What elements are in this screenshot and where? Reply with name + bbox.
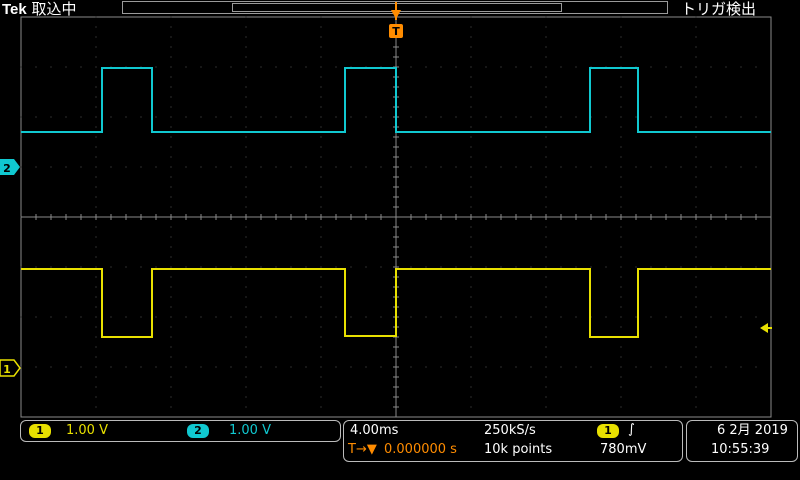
channel-scale-panel[interactable]: 1 1.00 V 2 1.00 V (20, 420, 341, 442)
trigger-level-arrow-icon[interactable] (760, 323, 768, 333)
trigger-position-icon: T→▼ (348, 442, 377, 457)
trigger-marker-label: T (392, 25, 400, 38)
trigger-level: 780mV (600, 442, 647, 457)
trigger-source-badge: 1 (597, 424, 619, 438)
channel-2-marker[interactable]: 2 (0, 159, 20, 175)
graticule: T 2 1 (0, 2, 772, 418)
date: 6 2月 2019 (717, 423, 788, 438)
time: 10:55:39 (711, 442, 770, 457)
trigger-position: 0.000000 s (384, 442, 457, 457)
svg-text:1: 1 (3, 363, 11, 376)
grid-dots (20, 16, 757, 408)
channel-1-waveform (21, 268, 771, 338)
channel-1-marker[interactable]: 1 (0, 359, 21, 377)
channel-2-badge[interactable]: 2 (187, 424, 209, 438)
timebase: 4.00ms (350, 423, 399, 438)
trigger-position-marker[interactable]: T (389, 2, 403, 38)
channel-2-waveform (21, 67, 771, 133)
rising-edge-icon: ∫ (628, 422, 635, 437)
svg-text:2: 2 (3, 162, 11, 175)
channel-1-badge[interactable]: 1 (29, 424, 51, 438)
horizontal-trigger-panel[interactable]: 4.00ms 250kS/s 1 ∫ T→▼ 0.000000 s 10k po… (343, 420, 683, 462)
datetime-panel[interactable]: 6 2月 2019 10:55:39 (686, 420, 798, 462)
record-length: 10k points (484, 442, 553, 457)
channel-1-scale: 1.00 V (66, 423, 108, 438)
readout-area: 1 1.00 V 2 1.00 V 4.00ms 250kS/s 1 ∫ T→▼… (0, 418, 800, 480)
sample-rate: 250kS/s (484, 423, 536, 438)
channel-2-scale: 1.00 V (229, 423, 271, 438)
